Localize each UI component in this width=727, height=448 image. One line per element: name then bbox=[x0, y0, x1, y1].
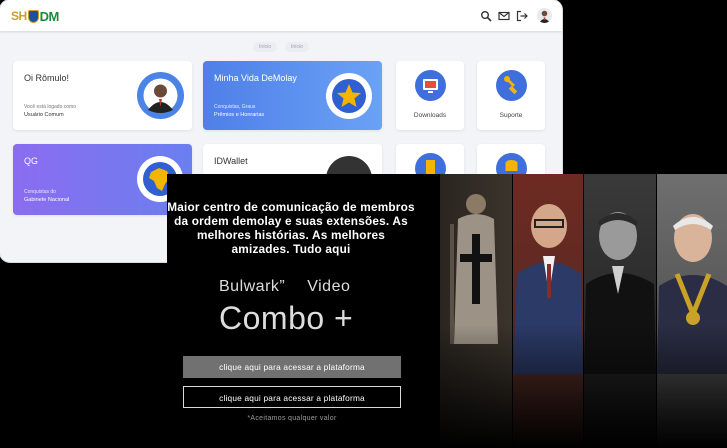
minha-vida-title: Minha Vida DeMolay bbox=[214, 73, 297, 83]
greeting-title: Oi Rômulo! bbox=[24, 73, 70, 83]
brand-line: Bulwark” Video bbox=[219, 278, 350, 296]
qg-title: QG bbox=[24, 156, 39, 166]
greeting-subtitle: Você está logado como bbox=[24, 104, 76, 110]
logo-text-suffix: DM bbox=[39, 8, 60, 24]
product-title: Combo + bbox=[219, 300, 354, 336]
brand-suffix: Video bbox=[307, 278, 351, 295]
qg-card[interactable]: QG Conquistas do Gabinete Nacional bbox=[13, 144, 192, 215]
access-platform-button-secondary[interactable]: clique aqui para acessar a plataforma bbox=[183, 386, 401, 408]
promo-headline: Maior centro de comunicação de membros d… bbox=[167, 200, 415, 256]
suporte-card[interactable]: Suporte bbox=[477, 61, 545, 130]
promo-content: Maior centro de comunicação de membros d… bbox=[167, 174, 440, 448]
access-platform-button-primary[interactable]: clique aqui para acessar a plataforma bbox=[183, 356, 401, 378]
downloads-card[interactable]: Downloads bbox=[396, 61, 464, 130]
promo-panel: Maior centro de comunicação de membros d… bbox=[167, 174, 727, 448]
crest-icon bbox=[27, 9, 39, 23]
mail-icon[interactable] bbox=[498, 10, 510, 22]
qg-subtitle-2: Gabinete Nacional bbox=[24, 197, 70, 203]
knight-portrait bbox=[440, 174, 512, 448]
grand-master-portrait bbox=[657, 174, 727, 448]
idwallet-title: IDWallet bbox=[214, 156, 248, 166]
search-icon[interactable] bbox=[480, 10, 492, 22]
brand-name: Bulwark” bbox=[219, 278, 286, 295]
downloads-label: Downloads bbox=[413, 112, 447, 119]
user-avatar bbox=[137, 72, 184, 119]
minha-vida-subtitle: Conquistas, Graus bbox=[214, 104, 256, 110]
breadcrumb: Início Início bbox=[0, 42, 562, 52]
minha-vida-card[interactable]: Minha Vida DeMolay Conquistas, Graus Prê… bbox=[203, 61, 382, 130]
top-bar: SH DM bbox=[0, 0, 562, 31]
breadcrumb-item[interactable]: Início bbox=[253, 42, 277, 52]
breadcrumb-item[interactable]: Início bbox=[285, 42, 309, 52]
qg-subtitle: Conquistas do bbox=[24, 189, 56, 195]
payment-note: *Aceitamos qualquer valor bbox=[247, 415, 337, 422]
app-logo[interactable]: SH DM bbox=[11, 8, 60, 24]
download-icon bbox=[415, 70, 446, 101]
suporte-label: Suporte bbox=[499, 112, 523, 119]
wrench-icon bbox=[496, 70, 527, 101]
historic-portrait bbox=[584, 174, 656, 448]
portrait-collage bbox=[440, 174, 727, 448]
minha-vida-subtitle-2: Prêmios e Honrarias bbox=[214, 112, 265, 118]
user-role: Usuário Comum bbox=[24, 112, 64, 118]
star-icon bbox=[326, 73, 372, 119]
logout-icon[interactable] bbox=[516, 10, 528, 22]
founder-portrait bbox=[513, 174, 583, 448]
avatar[interactable] bbox=[537, 8, 552, 23]
logo-text: SH bbox=[11, 9, 27, 23]
greeting-card[interactable]: Oi Rômulo! Você está logado como Usuário… bbox=[13, 61, 192, 130]
